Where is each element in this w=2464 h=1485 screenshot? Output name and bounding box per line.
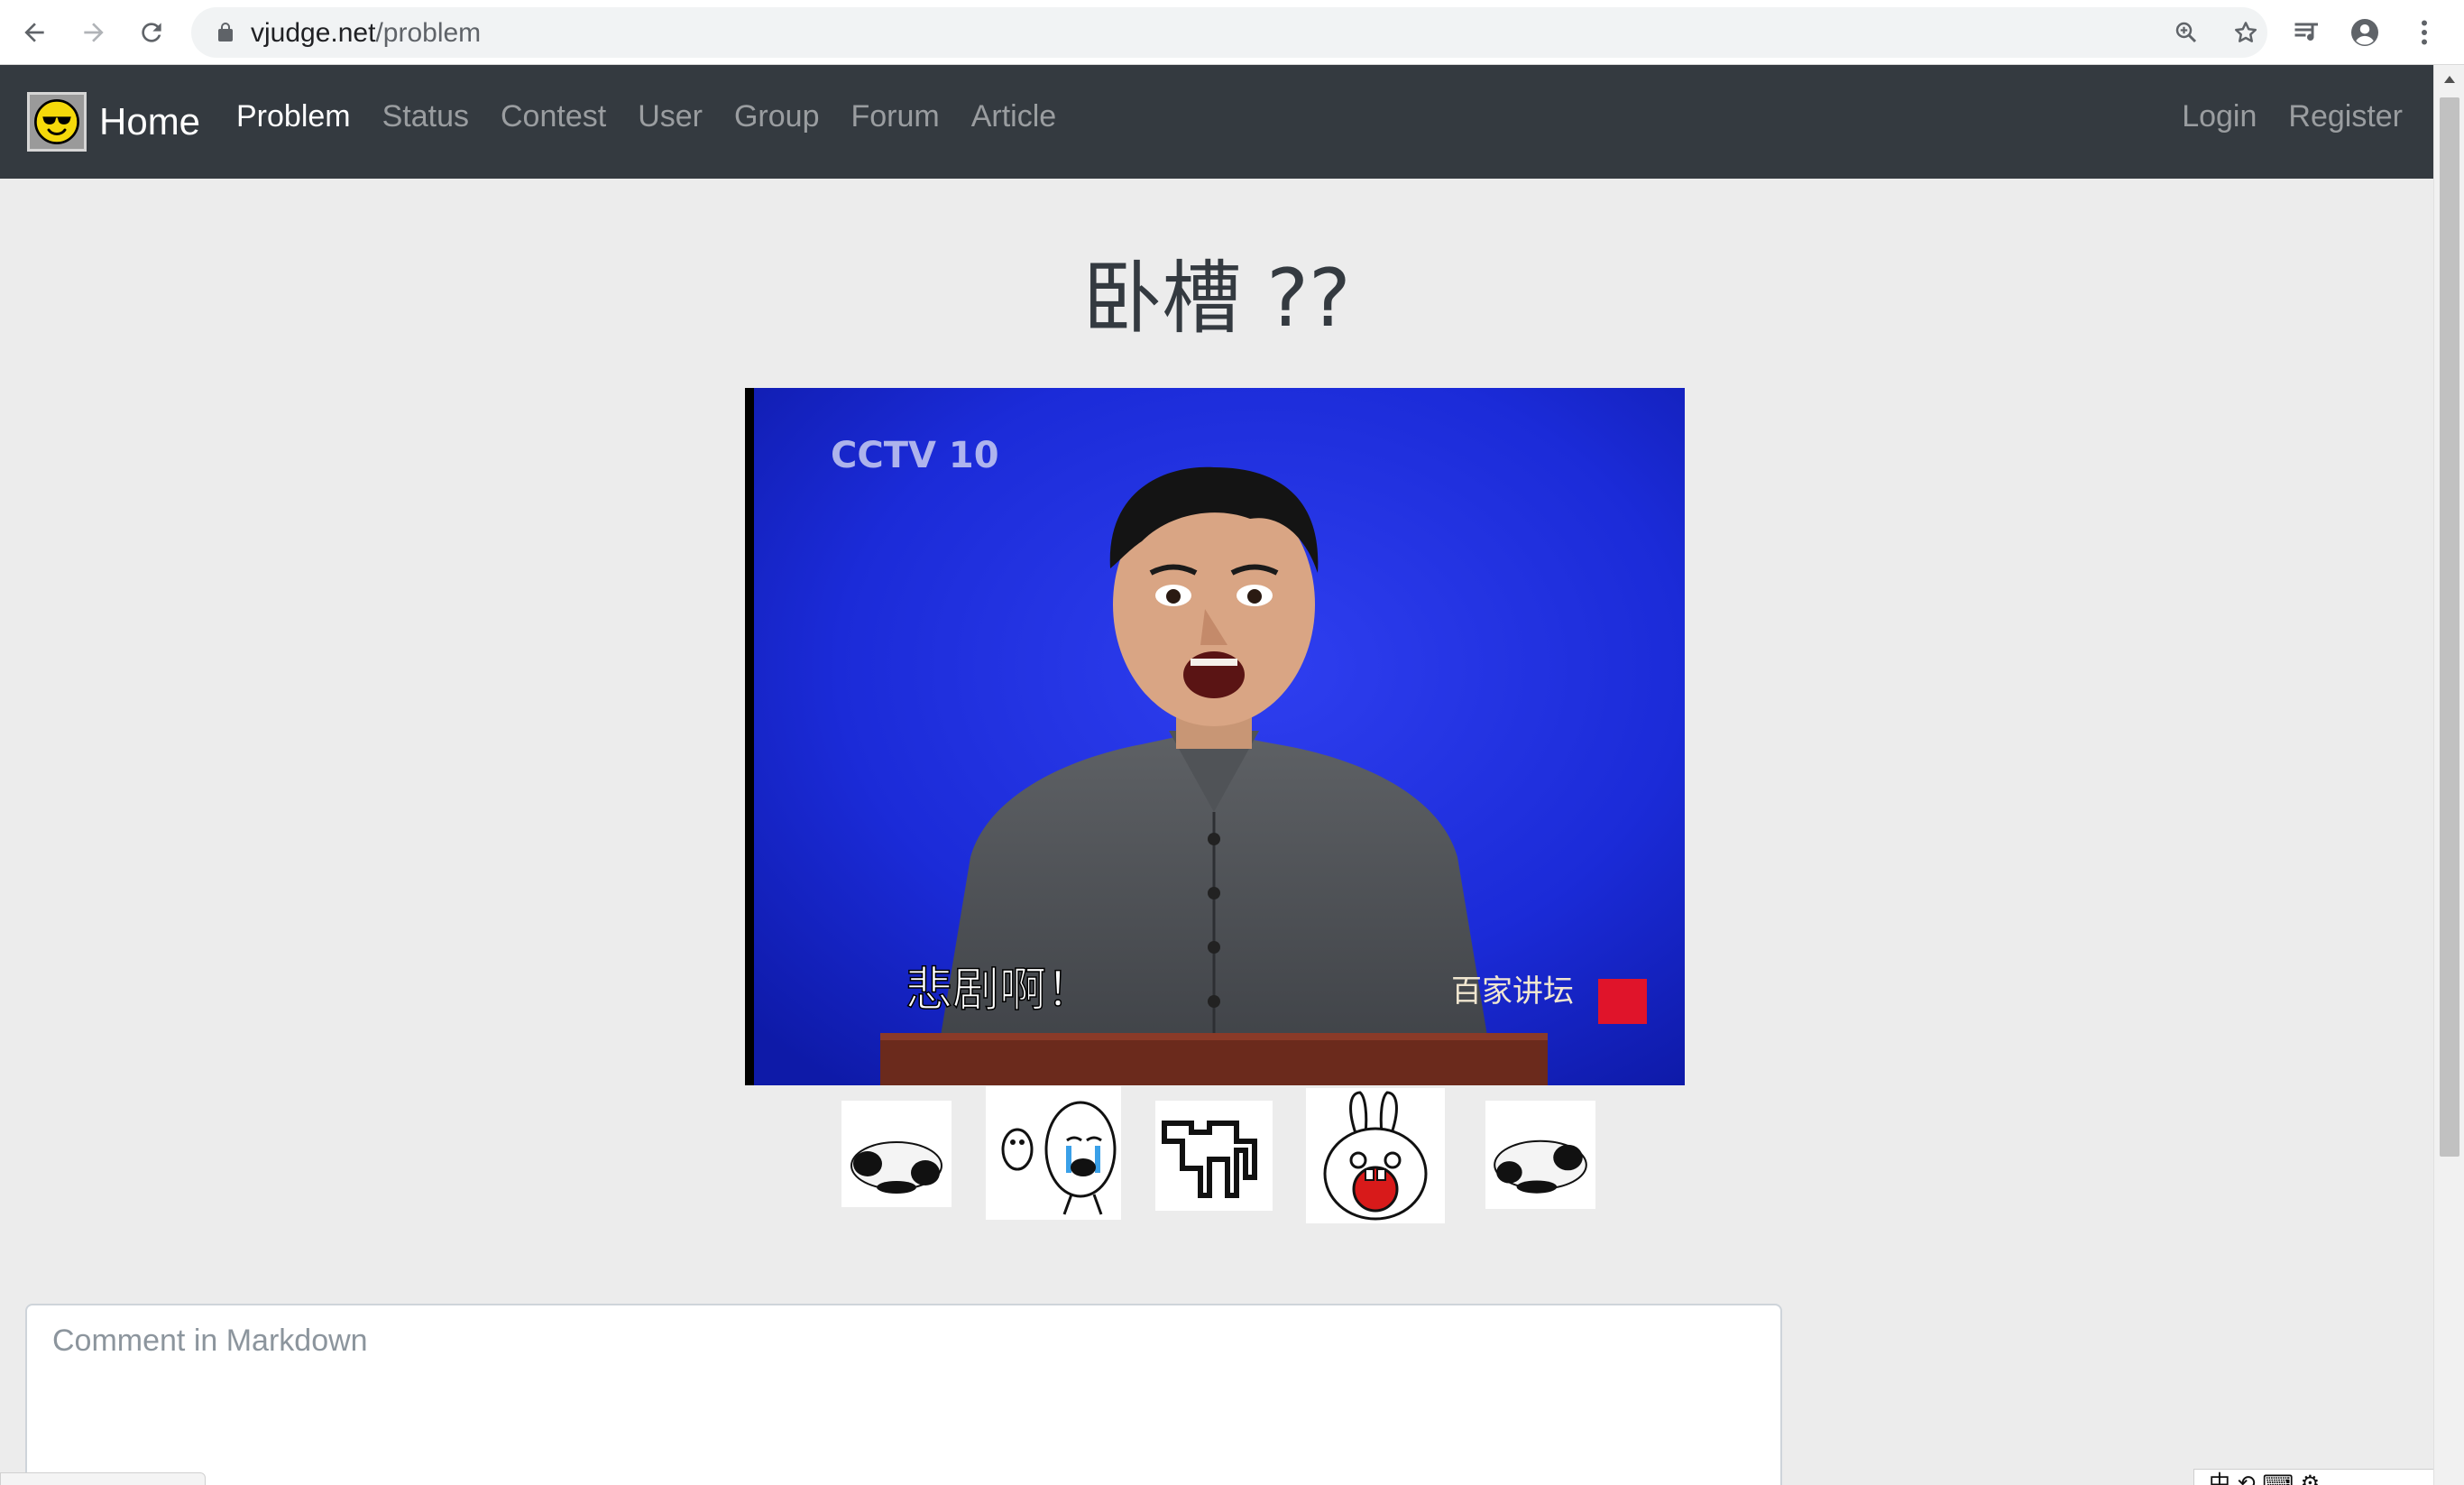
corner-logo: 百家讲坛 bbox=[1451, 973, 1574, 1010]
panda-icon bbox=[1494, 1139, 1587, 1194]
kebab-menu-icon bbox=[2422, 20, 2427, 45]
arrow-right-icon bbox=[84, 23, 104, 42]
nav-article[interactable]: Article bbox=[971, 99, 1056, 134]
brand-label: Home bbox=[99, 100, 201, 143]
sticker-panda-1[interactable] bbox=[841, 1101, 952, 1207]
playlist-icon bbox=[2294, 23, 2318, 41]
site-navbar: Home Problem Status Contest User Group F… bbox=[0, 65, 2433, 179]
arrow-left-icon bbox=[24, 23, 44, 42]
smiley-icon bbox=[34, 99, 79, 144]
profile-button[interactable] bbox=[2345, 13, 2385, 52]
bookmark-button[interactable] bbox=[2230, 16, 2262, 49]
ime-toolbar[interactable]: 中 ⟲ ⌨ ⚙ bbox=[2193, 1469, 2433, 1485]
lock-icon bbox=[218, 23, 233, 42]
sticker-rabbit[interactable] bbox=[1306, 1088, 1445, 1223]
account-circle-icon bbox=[2351, 19, 2378, 46]
forward-button[interactable] bbox=[74, 13, 114, 52]
star-icon bbox=[2235, 22, 2257, 42]
address-bar[interactable]: vjudge.net/problem bbox=[191, 7, 2267, 58]
pixel-figure-icon bbox=[1162, 1121, 1257, 1198]
url-text: vjudge.net/problem bbox=[251, 18, 481, 49]
channel-logo: CCTV 10 bbox=[831, 435, 999, 476]
zoom-button[interactable] bbox=[2170, 16, 2202, 49]
url-host: vjudge.net bbox=[251, 18, 376, 48]
scrollbar-thumb[interactable] bbox=[2440, 97, 2459, 1157]
browser-toolbar: vjudge.net/problem bbox=[0, 0, 2464, 65]
comment-input[interactable] bbox=[25, 1304, 1782, 1485]
nav-forum[interactable]: Forum bbox=[850, 99, 939, 134]
url-path: /problem bbox=[375, 18, 482, 48]
primary-nav: Problem Status Contest User Group Forum … bbox=[236, 99, 1088, 134]
photo-subtitle: 悲剧啊！ bbox=[906, 964, 1093, 1018]
sticker-pixel-figure[interactable] bbox=[1155, 1101, 1273, 1211]
nav-user[interactable]: User bbox=[638, 99, 703, 134]
page-title: 卧槽 ?? bbox=[1082, 252, 1351, 345]
nav-contest[interactable]: Contest bbox=[501, 99, 606, 134]
reload-button[interactable] bbox=[132, 13, 171, 52]
meme-photo: CCTV 10 悲剧啊！ 百家讲坛 bbox=[745, 388, 1685, 1085]
login-link[interactable]: Login bbox=[2182, 99, 2257, 134]
register-link[interactable]: Register bbox=[2288, 99, 2403, 134]
sunglasses-smiley-logo bbox=[27, 92, 87, 152]
page-scrollbar[interactable] bbox=[2433, 65, 2464, 1485]
zoom-icon bbox=[2175, 22, 2197, 43]
home-link[interactable]: Home bbox=[27, 92, 200, 152]
status-bubble bbox=[0, 1472, 206, 1485]
sticker-panda-2[interactable] bbox=[1485, 1101, 1595, 1209]
auth-nav: Login Register bbox=[2182, 99, 2433, 134]
back-button[interactable] bbox=[14, 13, 54, 52]
photo-scene: CCTV 10 悲剧啊！ 百家讲坛 bbox=[745, 388, 1685, 1085]
chrome-menu-button[interactable] bbox=[2404, 13, 2444, 52]
triangle-up-icon bbox=[2444, 76, 2455, 83]
media-control-button[interactable] bbox=[2287, 13, 2327, 52]
sticker-crying-face[interactable] bbox=[986, 1086, 1121, 1220]
reload-icon bbox=[142, 23, 161, 42]
scroll-up-button[interactable] bbox=[2434, 65, 2464, 94]
nav-status[interactable]: Status bbox=[382, 99, 469, 134]
nav-problem[interactable]: Problem bbox=[236, 99, 351, 134]
panda-icon bbox=[850, 1141, 942, 1194]
nav-group[interactable]: Group bbox=[734, 99, 820, 134]
rabbit-icon bbox=[1323, 1091, 1428, 1221]
crying-face-icon bbox=[1001, 1101, 1117, 1215]
